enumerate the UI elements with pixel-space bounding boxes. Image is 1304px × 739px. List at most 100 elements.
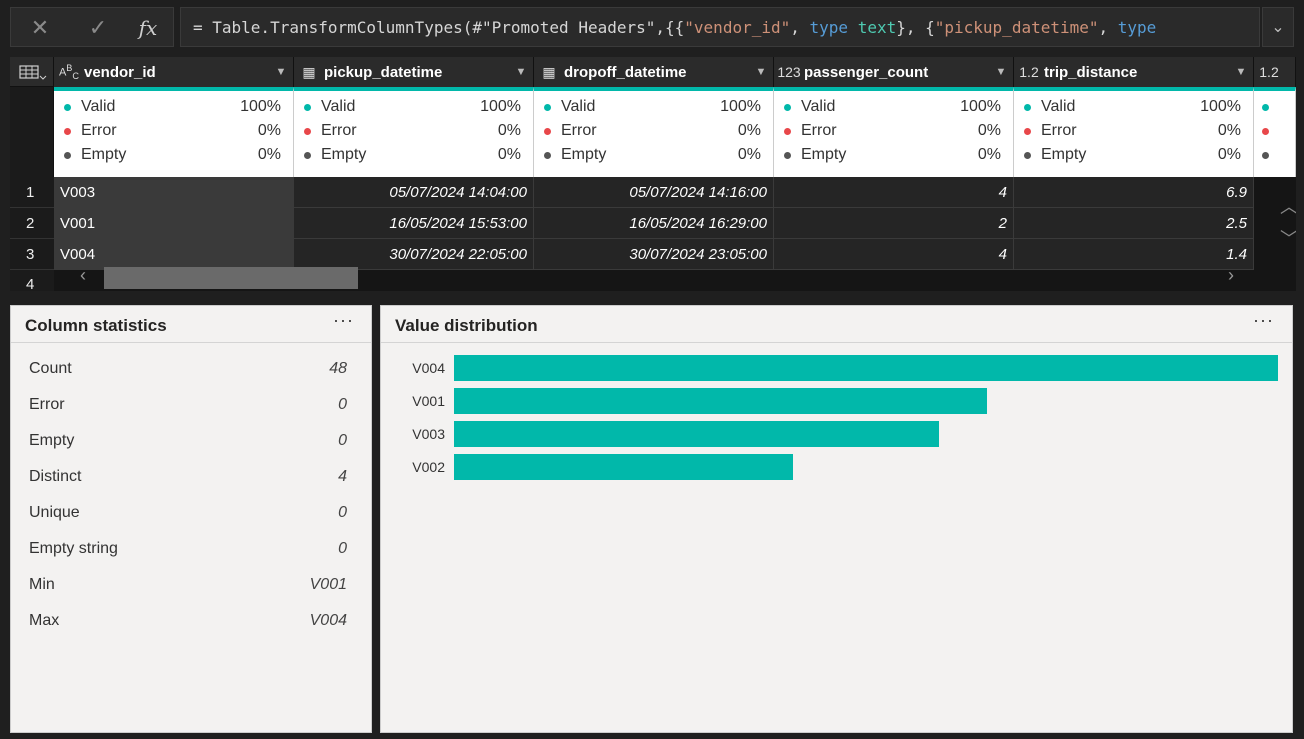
valid-dot-icon	[784, 103, 791, 111]
distribution-bar[interactable]	[454, 355, 1278, 381]
formula-string: "vendor_id"	[684, 18, 791, 37]
cell-passengers[interactable]: 2	[774, 208, 1014, 239]
column-header-dropoff-datetime[interactable]: ▦ dropoff_datetime ▼	[534, 57, 774, 87]
stat-row: Error 0	[29, 396, 347, 414]
divider	[381, 342, 1292, 343]
cell-vendor-id[interactable]: V004	[54, 239, 294, 270]
quality-label: Empty	[81, 146, 127, 163]
formula-space	[848, 18, 858, 37]
column-quality: Valid 100% Error 0% Empty 0%	[774, 87, 1014, 177]
distribution-bar[interactable]	[454, 454, 793, 480]
stat-value: 48	[329, 360, 347, 377]
column-header-next[interactable]: 1.2	[1254, 57, 1296, 87]
distribution-bar[interactable]	[454, 388, 987, 414]
quality-label: Empty	[321, 146, 367, 163]
table-row[interactable]: 3 V004 30/07/2024 22:05:00 30/07/2024 23…	[10, 239, 1296, 270]
cell-pickup[interactable]: 16/05/2024 15:53:00	[294, 208, 534, 239]
datetime-type-icon[interactable]: ▦	[534, 64, 564, 81]
cell-pickup[interactable]: 05/07/2024 14:04:00	[294, 177, 534, 208]
more-options-icon[interactable]: ···	[1253, 310, 1274, 331]
whole-number-type-icon[interactable]: 123	[774, 64, 804, 80]
quality-percent: 100%	[960, 98, 1001, 115]
cell-distance[interactable]: 2.5	[1014, 208, 1254, 239]
decimal-type-icon[interactable]: 1.2	[1014, 64, 1044, 80]
quality-empty: Empty 0%	[304, 143, 521, 167]
datetime-type-icon[interactable]: ▦	[294, 64, 324, 81]
table-menu-icon[interactable]	[10, 57, 54, 87]
cell-passengers[interactable]: 4	[774, 177, 1014, 208]
scroll-down-icon[interactable]: ﹀	[1280, 225, 1296, 251]
close-icon[interactable]: ✕	[25, 14, 55, 42]
row-number[interactable]: 1	[10, 177, 54, 208]
decimal-type-icon[interactable]: 1.2	[1254, 64, 1284, 80]
quality-label: Valid	[561, 98, 596, 115]
row-number-gutter	[10, 87, 54, 177]
table-row[interactable]: 2 V001 16/05/2024 15:53:00 16/05/2024 16…	[10, 208, 1296, 239]
quality-error: Error 0%	[544, 119, 761, 143]
stat-row: Count 48	[29, 360, 347, 378]
stat-value: 0	[338, 396, 347, 413]
scroll-right-icon[interactable]: ›	[1228, 265, 1234, 286]
row-number[interactable]: 2	[10, 208, 54, 239]
stat-value: V001	[309, 576, 347, 593]
quality-label: Valid	[321, 98, 356, 115]
table-row[interactable]: 1 V003 05/07/2024 14:04:00 05/07/2024 14…	[10, 177, 1296, 208]
cell-vendor-id[interactable]: V001	[54, 208, 294, 239]
stat-label: Empty	[29, 432, 75, 449]
cell-vendor-id[interactable]: V003	[54, 177, 294, 208]
empty-dot-icon	[1262, 151, 1269, 159]
cell-pickup[interactable]: 30/07/2024 22:05:00	[294, 239, 534, 270]
panel-title: Value distribution	[395, 316, 538, 335]
column-header-pickup-datetime[interactable]: ▦ pickup_datetime ▼	[294, 57, 534, 87]
cell-dropoff[interactable]: 05/07/2024 14:16:00	[534, 177, 774, 208]
column-header-passenger-count[interactable]: 123 passenger_count ▼	[774, 57, 1014, 87]
quality-empty: Empty 0%	[64, 143, 281, 167]
formula-input[interactable]: = Table.TransformColumnTypes(#"Promoted …	[180, 7, 1260, 47]
category-label: V003	[412, 426, 445, 442]
cell-distance[interactable]: 1.4	[1014, 239, 1254, 270]
cell-distance[interactable]: 6.9	[1014, 177, 1254, 208]
distribution-bar[interactable]	[454, 421, 939, 447]
cell-dropoff[interactable]: 30/07/2024 23:05:00	[534, 239, 774, 270]
column-header-trip-distance[interactable]: 1.2 trip_distance ▼	[1014, 57, 1254, 87]
quality-label: Error	[561, 122, 597, 139]
quality-label: Error	[81, 122, 117, 139]
data-grid: ABC vendor_id ▼ ▦ pickup_datetime ▼ ▦ dr…	[10, 57, 1296, 291]
formula-keyword: type	[809, 18, 849, 37]
horizontal-scrollbar-thumb[interactable]	[104, 267, 358, 289]
column-quality: Valid 100% Error 0% Empty 0%	[534, 87, 774, 177]
scroll-up-icon[interactable]: ︿	[1280, 193, 1296, 219]
column-quality-partial	[1254, 87, 1296, 177]
stat-value: 4	[338, 468, 347, 485]
empty-dot-icon	[304, 151, 311, 159]
quality-percent: 0%	[1217, 122, 1241, 139]
row-number[interactable]: 4	[10, 270, 54, 291]
column-name: vendor_id	[84, 63, 156, 81]
quality-label: Empty	[801, 146, 847, 163]
cell-passengers[interactable]: 4	[774, 239, 1014, 270]
quality-percent: 0%	[497, 122, 521, 139]
quality-empty	[1262, 143, 1283, 167]
empty-dot-icon	[544, 151, 551, 159]
cell-dropoff[interactable]: 16/05/2024 16:29:00	[534, 208, 774, 239]
check-icon[interactable]: ✓	[83, 14, 113, 42]
chevron-down-icon[interactable]: ▼	[269, 66, 293, 78]
chevron-down-icon[interactable]: ▼	[749, 66, 773, 78]
stat-row: Unique 0	[29, 504, 347, 522]
quality-percent: 0%	[497, 146, 521, 163]
valid-dot-icon	[1262, 103, 1269, 111]
more-options-icon[interactable]: ···	[333, 310, 354, 331]
text-type-icon[interactable]: ABC	[54, 63, 84, 81]
row-number[interactable]: 3	[10, 239, 54, 270]
chevron-down-icon[interactable]: ▼	[1229, 66, 1253, 78]
chevron-down-icon[interactable]: ⌄	[1262, 7, 1294, 47]
quality-error: Error 0%	[1024, 119, 1241, 143]
chevron-down-icon[interactable]: ▼	[509, 66, 533, 78]
divider	[11, 342, 371, 343]
chevron-down-icon[interactable]: ▼	[989, 66, 1013, 78]
quality-label: Valid	[801, 98, 836, 115]
fx-icon[interactable]: fx	[133, 14, 163, 42]
quality-error: Error 0%	[304, 119, 521, 143]
scroll-left-icon[interactable]: ‹	[80, 265, 86, 286]
column-header-vendor-id[interactable]: ABC vendor_id ▼	[54, 57, 294, 87]
